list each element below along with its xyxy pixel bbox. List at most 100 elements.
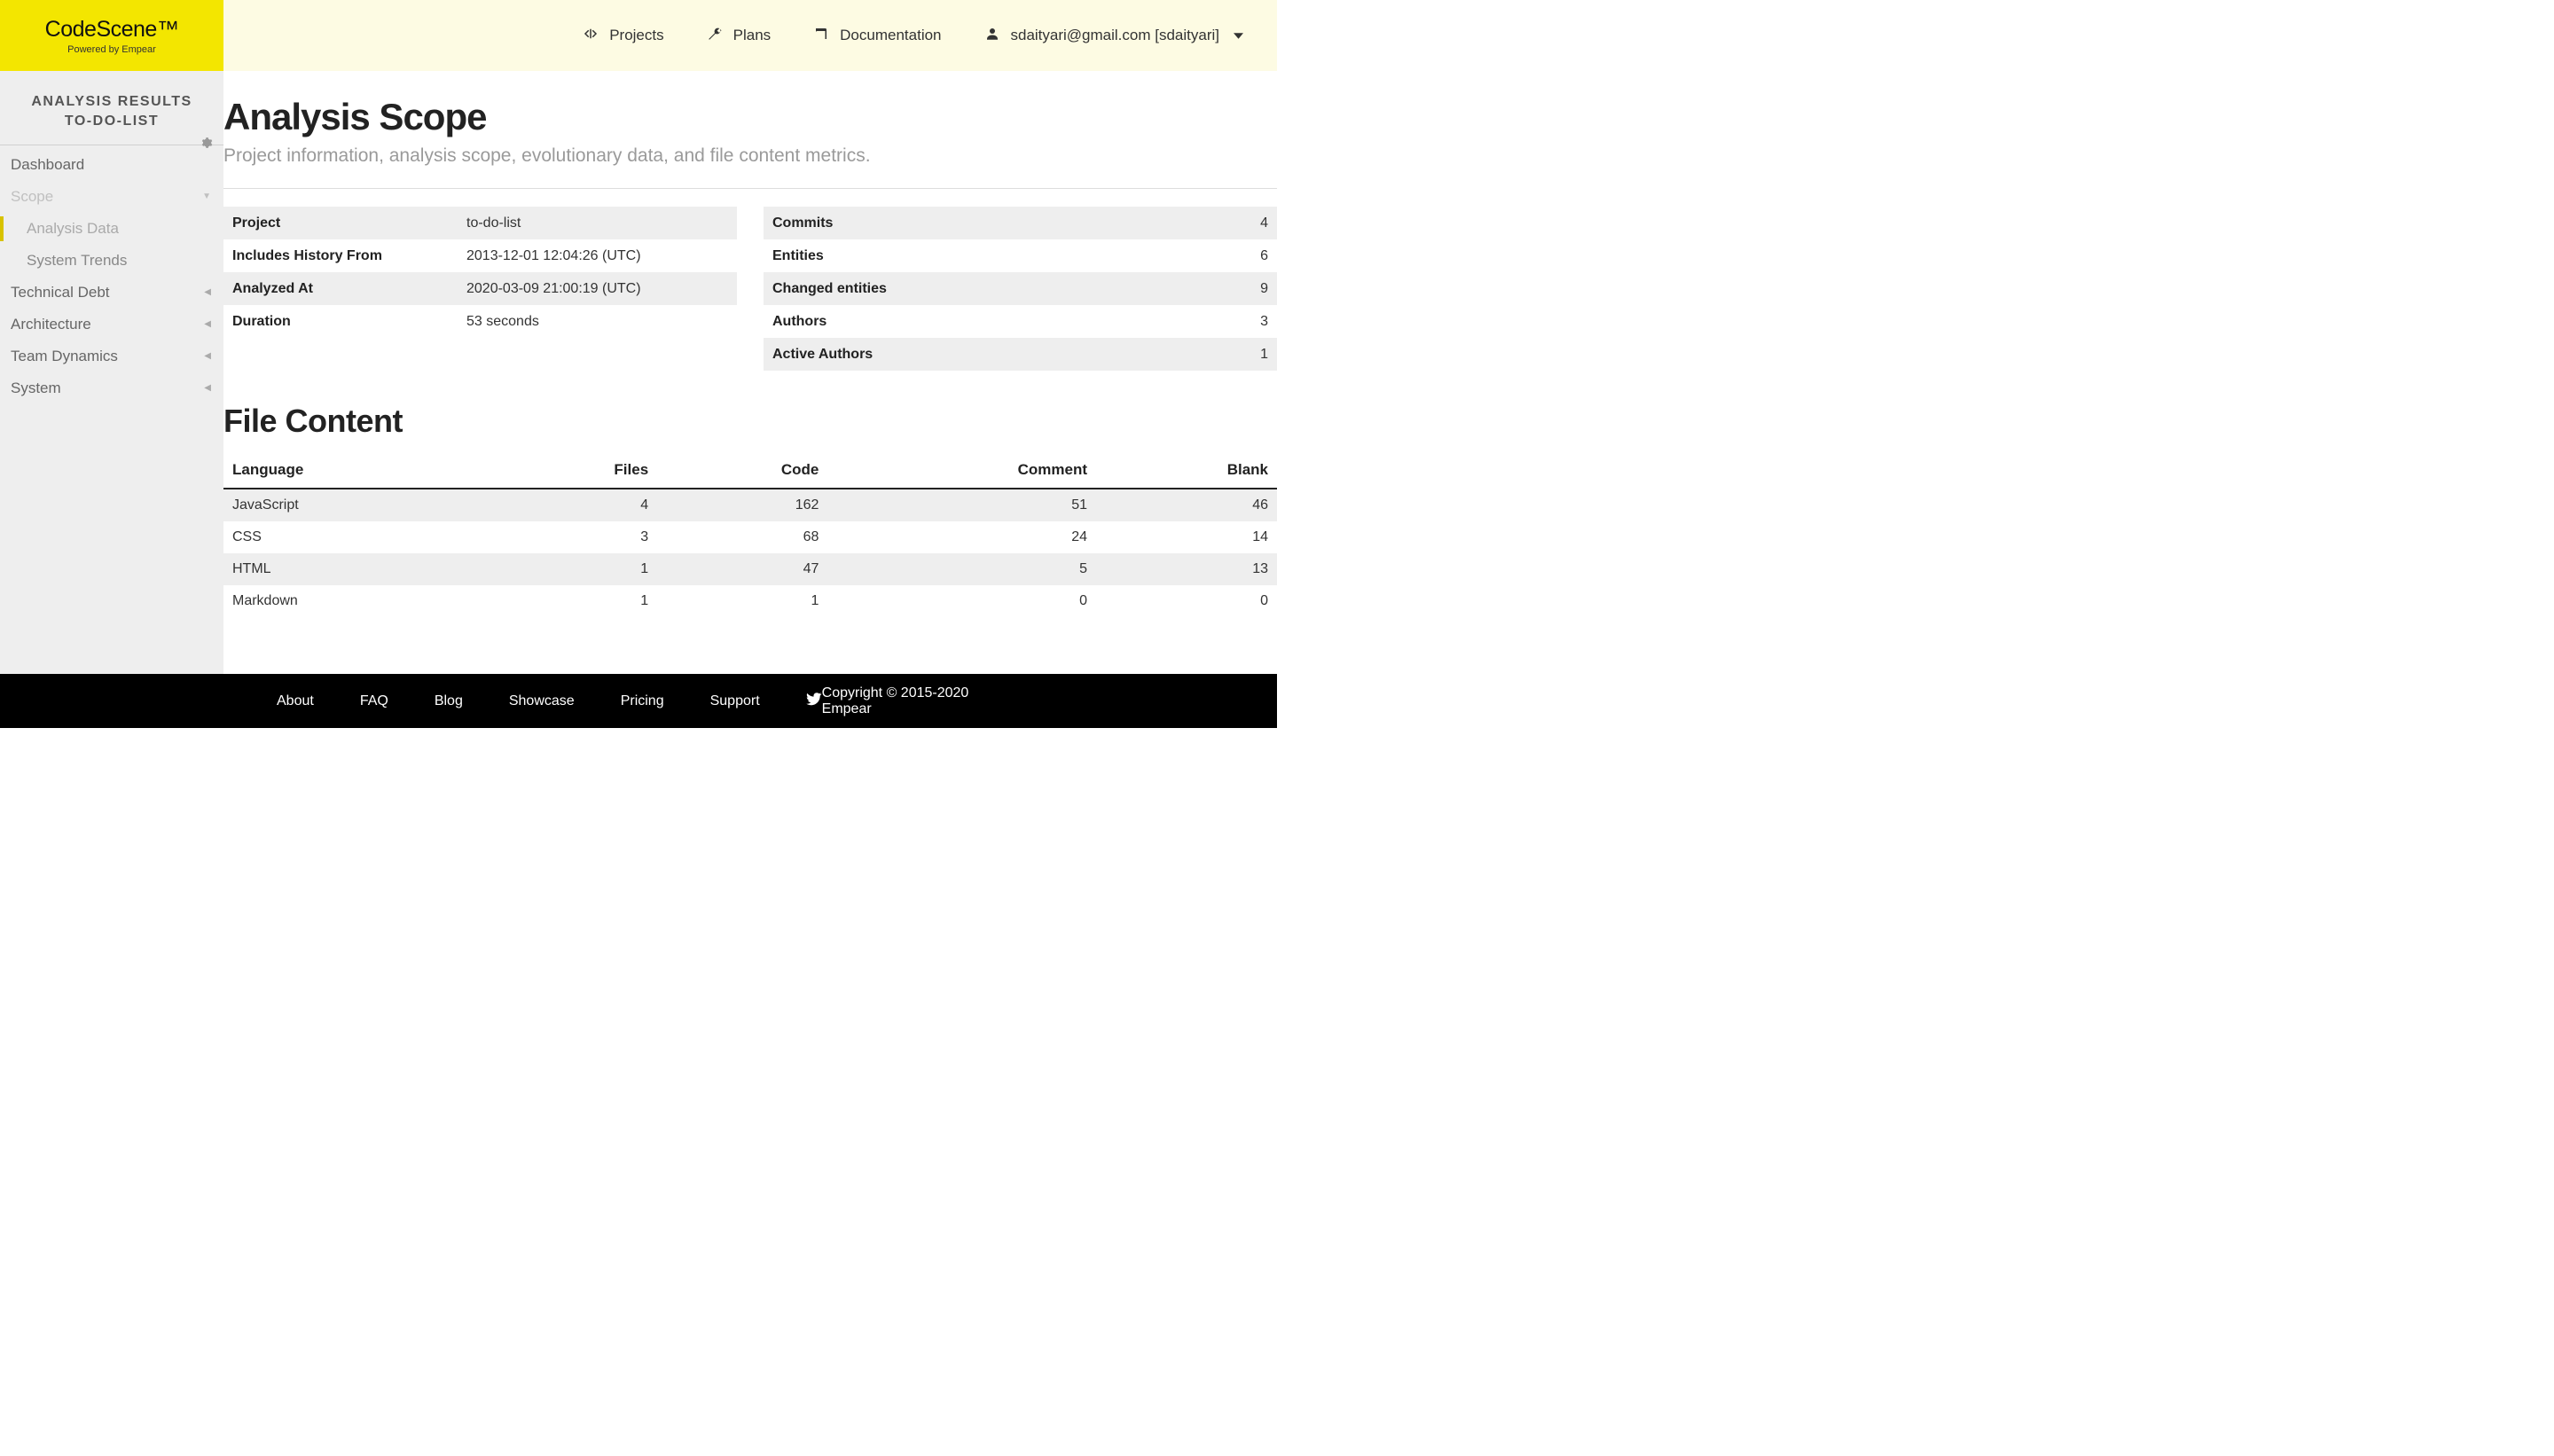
info-row: Analyzed At2020-03-09 21:00:19 (UTC) xyxy=(223,272,737,305)
table-row: JavaScript41625146 xyxy=(223,489,1277,521)
sidebar-title-1: ANALYSIS RESULTS xyxy=(11,92,213,112)
th-comment: Comment xyxy=(827,452,1096,489)
caret-left-icon: ◀ xyxy=(204,319,211,329)
sidebar-team-label: Team Dynamics xyxy=(11,348,118,364)
main-content: Analysis Scope Project information, anal… xyxy=(223,71,1277,674)
footer-link-support[interactable]: Support xyxy=(710,693,760,709)
th-code: Code xyxy=(657,452,827,489)
sidebar-sys-label: System xyxy=(11,380,61,396)
cell-files: 1 xyxy=(497,553,657,585)
sidebar-item-scope[interactable]: Scope ▼ xyxy=(0,181,223,213)
logo[interactable]: CodeScene™ Powered by Empear xyxy=(0,0,223,71)
cell-blank: 13 xyxy=(1096,553,1277,585)
footer: About FAQ Blog Showcase Pricing Support … xyxy=(0,674,1277,728)
project-info-table: Projectto-do-list Includes History From2… xyxy=(223,207,737,371)
info-label: Project xyxy=(232,215,466,231)
table-row: CSS3682414 xyxy=(223,521,1277,553)
info-row: Changed entities 9 xyxy=(764,272,1277,305)
nav-documentation[interactable]: Documentation xyxy=(813,26,941,46)
footer-copyright: Copyright © 2015-2020 Empear xyxy=(822,685,1007,717)
info-row: Projectto-do-list xyxy=(223,207,737,239)
info-label: Authors xyxy=(772,314,1007,330)
caret-down-icon xyxy=(1234,31,1243,41)
sidebar-item-dashboard[interactable]: Dashboard xyxy=(0,149,223,181)
info-value: 53 seconds xyxy=(466,314,539,330)
sidebar-title-2: TO-DO-LIST xyxy=(11,112,213,131)
logo-text: CodeScene™ xyxy=(45,17,179,43)
cell-blank: 46 xyxy=(1096,489,1277,521)
cell-comment: 51 xyxy=(827,489,1096,521)
sidebar-arch-label: Architecture xyxy=(11,316,91,333)
cell-lang: CSS xyxy=(223,521,497,553)
sidebar-item-system-trends[interactable]: System Trends xyxy=(0,245,223,277)
table-row: Markdown1100 xyxy=(223,585,1277,617)
footer-link-showcase[interactable]: Showcase xyxy=(509,693,575,709)
nav-documentation-label: Documentation xyxy=(840,27,941,44)
info-label: Changed entities xyxy=(772,281,1007,297)
info-row: Active Authors1 xyxy=(764,338,1277,371)
cell-code: 1 xyxy=(657,585,827,617)
cell-files: 1 xyxy=(497,585,657,617)
nav-user-dropdown[interactable]: sdaityari@gmail.com [sdaityari] xyxy=(984,26,1244,46)
caret-left-icon: ◀ xyxy=(204,351,211,361)
cell-lang: Markdown xyxy=(223,585,497,617)
sidebar-item-technical-debt[interactable]: Technical Debt◀ xyxy=(0,277,223,309)
logo-subtext: Powered by Empear xyxy=(67,44,156,55)
cell-lang: JavaScript xyxy=(223,489,497,521)
th-files: Files xyxy=(497,452,657,489)
th-language: Language xyxy=(223,452,497,489)
info-value: 2013-12-01 12:04:26 (UTC) xyxy=(466,248,641,264)
info-label: Includes History From xyxy=(232,248,466,264)
info-tables: Projectto-do-list Includes History From2… xyxy=(223,207,1277,371)
nav-plans[interactable]: Plans xyxy=(707,26,772,46)
twitter-icon[interactable] xyxy=(806,691,822,711)
cell-comment: 24 xyxy=(827,521,1096,553)
footer-link-faq[interactable]: FAQ xyxy=(360,693,388,709)
divider xyxy=(223,188,1277,189)
page-subtitle: Project information, analysis scope, evo… xyxy=(223,145,1277,167)
sidebar-item-architecture[interactable]: Architecture ◀ xyxy=(0,309,223,341)
footer-link-blog[interactable]: Blog xyxy=(435,693,463,709)
cell-code: 47 xyxy=(657,553,827,585)
caret-down-icon: ▼ xyxy=(202,192,211,201)
book-icon xyxy=(813,26,829,46)
info-label: Analyzed At xyxy=(232,281,466,297)
cell-code: 162 xyxy=(657,489,827,521)
footer-link-about[interactable]: About xyxy=(277,693,314,709)
nav-projects-label: Projects xyxy=(609,27,663,44)
top-nav: Projects Plans Documentation sdaityari@g… xyxy=(223,0,1277,71)
wrench-icon xyxy=(707,26,723,46)
sidebar-item-team-dynamics[interactable]: Team Dynamics ◀ xyxy=(0,341,223,372)
sidebar-title: ANALYSIS RESULTS TO-DO-LIST xyxy=(0,71,223,139)
info-value: to-do-list xyxy=(466,215,521,231)
sidebar-item-system[interactable]: System◀ xyxy=(0,372,223,404)
cell-lang: HTML xyxy=(223,553,497,585)
cell-files: 4 xyxy=(497,489,657,521)
info-value: 9 xyxy=(1260,281,1268,297)
info-label: Duration xyxy=(232,314,466,330)
info-label: Entities xyxy=(772,248,1007,264)
user-icon xyxy=(984,26,1000,46)
footer-link-pricing[interactable]: Pricing xyxy=(621,693,664,709)
cell-blank: 0 xyxy=(1096,585,1277,617)
cell-comment: 5 xyxy=(827,553,1096,585)
cell-blank: 14 xyxy=(1096,521,1277,553)
cell-comment: 0 xyxy=(827,585,1096,617)
sidebar-scope-label: Scope xyxy=(11,188,53,205)
cell-code: 68 xyxy=(657,521,827,553)
cell-files: 3 xyxy=(497,521,657,553)
info-label: Commits xyxy=(772,215,1007,231)
file-content-table: Language Files Code Comment Blank JavaSc… xyxy=(223,452,1277,617)
stats-table: Commits4 Entities6 Changed entities9 Aut… xyxy=(764,207,1277,371)
nav-projects[interactable]: Projects xyxy=(583,26,663,46)
header: CodeScene™ Powered by Empear Projects Pl… xyxy=(0,0,1277,71)
caret-left-icon: ◀ xyxy=(204,287,211,297)
sidebar-item-analysis-data[interactable]: Analysis Data xyxy=(0,213,223,245)
nav-plans-label: Plans xyxy=(733,27,772,44)
nav-user-label: sdaityari@gmail.com [sdaityari] xyxy=(1011,27,1220,44)
info-value: 2020-03-09 21:00:19 (UTC) xyxy=(466,281,641,297)
th-blank: Blank xyxy=(1096,452,1277,489)
table-row: HTML147513 xyxy=(223,553,1277,585)
info-row: Duration53 seconds xyxy=(223,305,737,338)
footer-links: About FAQ Blog Showcase Pricing Support xyxy=(277,691,822,711)
